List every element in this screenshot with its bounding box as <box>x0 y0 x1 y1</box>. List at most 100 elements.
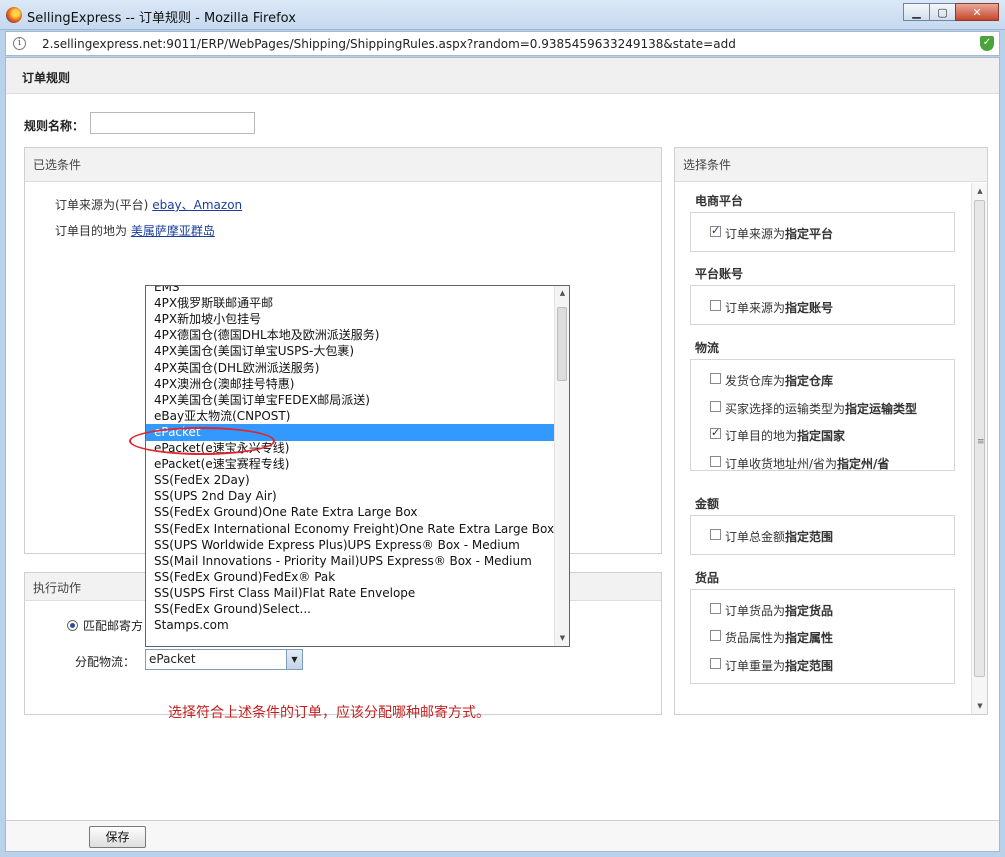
save-button[interactable]: 保存 <box>89 826 146 848</box>
dropdown-option[interactable]: eBay亚太物流(CNPOST) <box>146 408 554 425</box>
condition-group-title: 物流 <box>695 341 720 355</box>
condition-platform-text: 订单来源为(平台) <box>55 198 153 212</box>
condition-destination-text: 订单目的地为 <box>55 224 131 238</box>
condition-group-title: 平台账号 <box>695 267 744 281</box>
dropdown-option[interactable]: SS(FedEx International Economy Freight)O… <box>146 521 554 538</box>
minimize-button[interactable]: ▁ <box>903 3 930 21</box>
condition-option[interactable]: 订单收货地址州/省为指定州/省 <box>710 455 890 472</box>
checkbox[interactable] <box>710 603 721 614</box>
dropdown-option[interactable]: SS(FedEx Ground)FedEx® Pak <box>146 569 554 586</box>
choose-conditions-body: 电商平台订单来源为指定平台平台账号订单来源为指定账号物流发货仓库为指定仓库买家选… <box>675 183 971 714</box>
choose-scrollbar[interactable]: ▲ ≡ ▼ <box>971 183 987 714</box>
checkbox[interactable] <box>710 373 721 384</box>
checkbox[interactable] <box>710 658 721 669</box>
condition-option-target: 指定属性 <box>785 631 834 645</box>
condition-option-target: 指定仓库 <box>785 374 834 388</box>
checkbox[interactable] <box>710 401 721 412</box>
dropdown-scroll-thumb[interactable] <box>557 307 567 381</box>
condition-option-text: 订单目的地为 <box>725 429 798 443</box>
condition-option-target: 指定货品 <box>785 604 834 618</box>
condition-option-target: 指定运输类型 <box>845 402 918 416</box>
dropdown-option[interactable]: 4PX英国仓(DHL欧洲派送服务) <box>146 360 554 377</box>
scroll-down-icon[interactable]: ▼ <box>972 698 988 714</box>
dropdown-scrollbar[interactable]: ▲ ▼ <box>554 286 569 646</box>
dropdown-option[interactable]: 4PX德国仓(德国DHL本地及欧洲派送服务) <box>146 327 554 344</box>
condition-option-target: 指定州/省 <box>837 457 890 471</box>
shield-check-icon[interactable]: ✓ <box>980 36 994 51</box>
maximize-button[interactable]: ▢ <box>929 3 956 21</box>
condition-option-text: 货品属性为 <box>725 631 786 645</box>
shipping-method-value: ePacket <box>149 652 196 666</box>
condition-option-target: 指定平台 <box>785 227 834 241</box>
url-bar[interactable]: i 2.sellingexpress.net:9011/ERP/WebPages… <box>5 31 1000 56</box>
condition-option[interactable]: 订单总金额指定范围 <box>710 528 833 545</box>
condition-option-target: 指定范围 <box>785 659 834 673</box>
condition-option[interactable]: 订单货品为指定货品 <box>710 602 834 619</box>
match-shipping-radio[interactable] <box>67 620 78 631</box>
dropdown-option[interactable]: Stamps.com <box>146 617 554 634</box>
match-shipping-label[interactable]: 匹配邮寄方 <box>83 617 143 634</box>
condition-option[interactable]: 订单来源为指定平台 <box>710 224 834 242</box>
footer-bar: 保存 <box>6 820 999 851</box>
checkbox[interactable] <box>710 300 721 311</box>
dropdown-option[interactable]: SS(USPS First Class Mail)Flat Rate Envel… <box>146 585 554 602</box>
firefox-icon <box>6 7 22 23</box>
assign-shipping-label: 分配物流： <box>75 655 136 669</box>
page-content: 订单规则 规则名称： 已选条件 订单来源为(平台) ebay、Amazon 订单… <box>5 57 1000 852</box>
checkbox-checked[interactable] <box>710 426 721 439</box>
checkbox-checked[interactable] <box>710 224 721 237</box>
choose-conditions-title: 选择条件 <box>675 148 987 182</box>
condition-option[interactable]: 订单来源为指定账号 <box>710 299 834 316</box>
dropdown-option[interactable]: ePacket(e速宝赛程专线) <box>146 456 554 473</box>
selected-conditions-title: 已选条件 <box>25 148 661 182</box>
dropdown-option[interactable]: SS(FedEx Ground)One Rate Extra Large Box <box>146 504 554 521</box>
scroll-down-icon[interactable]: ▼ <box>555 631 569 646</box>
condition-option[interactable]: 订单目的地为指定国家 <box>710 426 846 444</box>
condition-option[interactable]: 货品属性为指定属性 <box>710 629 834 646</box>
checkbox[interactable] <box>710 630 721 641</box>
scroll-up-icon[interactable]: ▲ <box>555 286 569 301</box>
condition-option-target: 指定国家 <box>797 429 846 443</box>
condition-option-text: 订单总金额 <box>725 530 786 544</box>
condition-option-target: 指定账号 <box>785 301 834 315</box>
dropdown-option[interactable]: SS(Mail Innovations - Priority Mail)UPS … <box>146 553 554 570</box>
page-title: 订单规则 <box>22 71 71 85</box>
condition-option-text: 订单来源为 <box>725 227 786 241</box>
dropdown-option[interactable]: 4PX澳洲仓(澳邮挂号特惠) <box>146 376 554 393</box>
dropdown-option[interactable]: SS(UPS 2nd Day Air) <box>146 488 554 505</box>
window-title: SellingExpress -- 订单规则 - Mozilla Firefox <box>27 11 296 26</box>
condition-option-text: 发货仓库为 <box>725 374 786 388</box>
condition-option[interactable]: 买家选择的运输类型为指定运输类型 <box>710 400 918 417</box>
shipping-method-dropdown[interactable]: Stamps.com SS(FedEx Ground)Select... SS(US… <box>145 285 570 647</box>
scroll-up-icon[interactable]: ▲ <box>972 183 988 199</box>
url-text[interactable]: 2.sellingexpress.net:9011/ERP/WebPages/S… <box>42 37 736 51</box>
dropdown-option[interactable]: SS(FedEx Ground)Select... <box>146 601 554 618</box>
condition-destination-link[interactable]: 美属萨摩亚群岛 <box>131 224 215 238</box>
info-icon[interactable]: i <box>13 37 26 50</box>
condition-platform-link[interactable]: ebay、Amazon <box>152 198 242 212</box>
window-controls: ▁ ▢ ✕ <box>903 3 999 21</box>
checkbox[interactable] <box>710 456 721 467</box>
condition-option-text: 买家选择的运输类型为 <box>725 402 846 416</box>
condition-group-title: 货品 <box>695 571 720 585</box>
highlight-ring <box>129 427 275 455</box>
condition-destination: 订单目的地为 美属萨摩亚群岛 <box>55 222 215 239</box>
chevron-down-icon[interactable]: ▼ <box>286 650 302 669</box>
checkbox[interactable] <box>710 529 721 540</box>
dropdown-option[interactable]: SS(FedEx 2Day) <box>146 472 554 489</box>
dropdown-option[interactable]: 4PX美国仓(美国订单宝USPS-大包裹) <box>146 343 554 360</box>
choose-conditions-panel: 选择条件 电商平台订单来源为指定平台平台账号订单来源为指定账号物流发货仓库为指定… <box>674 147 988 715</box>
dropdown-option[interactable]: 4PX俄罗斯联邮通平邮 <box>146 295 554 312</box>
condition-option-text: 订单货品为 <box>725 604 786 618</box>
condition-option[interactable]: 订单重量为指定范围 <box>710 657 834 674</box>
dropdown-option[interactable]: EMS <box>146 286 554 296</box>
page-header: 订单规则 <box>6 58 999 94</box>
dropdown-option[interactable]: 4PX新加坡小包挂号 <box>146 311 554 328</box>
dropdown-option[interactable]: SS(UPS Worldwide Express Plus)UPS Expres… <box>146 537 554 554</box>
rule-name-input[interactable] <box>90 112 255 134</box>
shipping-method-select[interactable]: ePacket ▼ <box>145 649 303 670</box>
dropdown-option[interactable]: 4PX美国仓(美国订单宝FEDEX邮局派送) <box>146 392 554 409</box>
choose-scroll-thumb[interactable]: ≡ <box>974 200 985 677</box>
close-button[interactable]: ✕ <box>955 3 999 21</box>
condition-option[interactable]: 发货仓库为指定仓库 <box>710 372 834 389</box>
